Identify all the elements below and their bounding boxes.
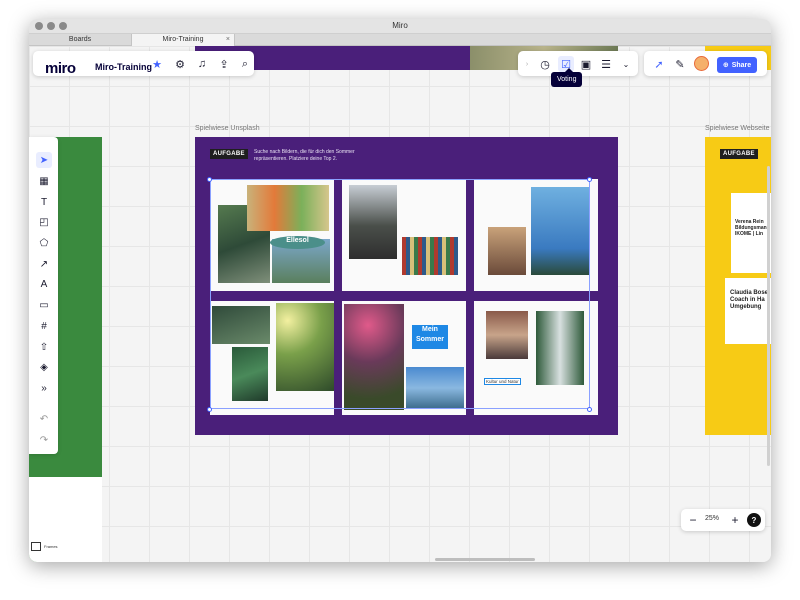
cursor-follow-icon[interactable]: ➚ [651,56,667,72]
browser-window: Miro Boards Miro-Training × Spielwiese Un… [29,19,771,562]
upload-icon[interactable]: ⇧ [36,339,52,355]
close-tab-icon[interactable]: × [226,34,230,46]
yellow-task-tag: AUFGABE [720,149,758,159]
pen-icon[interactable]: A [36,276,52,292]
selection-handle[interactable] [207,407,212,412]
help-button[interactable]: ? [747,513,761,527]
search-icon[interactable]: ⌕ [237,56,253,72]
more-chevron-icon[interactable]: ⌄ [618,56,634,72]
creation-toolbar: ➤ ▦ T ◰ ⬠ ↗ A ▭ # ⇧ ◈ » ↶ ↷ [29,137,58,454]
horizontal-scrollbar[interactable] [435,558,535,561]
tab-miro-training[interactable]: Miro-Training × [132,34,235,46]
title-bar: Miro [29,19,771,34]
tab-bar: Boards Miro-Training × [29,34,771,46]
collapse-chevron-icon[interactable]: › [523,56,531,72]
web-card-1[interactable]: Verena Rein Bildungsman IKOME | Lin [731,193,771,273]
zoom-controls: − 25% + ? [681,509,765,531]
selection-handle[interactable] [587,177,592,182]
comment-icon[interactable]: ▭ [36,297,52,313]
share-panel: ➚ ✎ ⊕ Share [644,51,767,76]
notes-icon[interactable]: ☰ [598,56,614,72]
frames-label: Frames [44,543,58,549]
task-tag: AUFGABE [210,149,248,159]
frame-label-webseite[interactable]: Spielwiese Webseite [705,125,769,132]
frames-icon [31,541,41,551]
miro-logo[interactable]: miro [45,60,76,77]
board-canvas[interactable]: Spielwiese Unsplash Spielwiese Webseite … [29,46,771,562]
web-card-2-title: Claudia Bose Coach in Ha Umgebung [730,290,769,310]
window-title: Miro [392,21,408,30]
voting-tooltip: Voting [551,68,583,87]
web-card-1-title: Verena Rein Bildungsman IKOME | Lin [735,219,767,237]
webseite-frame[interactable]: AUFGABE Verena Rein Bildungsman IKOME | … [705,137,771,435]
zoom-level[interactable]: 25% [705,515,719,522]
unsplash-frame[interactable]: AUFGABE Suche nach Bildern, die für dich… [195,137,618,435]
share-label: Share [731,61,752,69]
timer-icon[interactable]: ◷ [537,56,553,72]
tab-label: Boards [68,36,92,43]
vertical-scrollbar[interactable] [767,166,770,466]
cursor-icon[interactable]: ➤ [36,152,52,168]
zoom-out-button[interactable]: − [685,512,701,528]
user-avatar[interactable] [694,56,709,71]
presentation-icon[interactable]: ▣ [578,56,594,72]
web-card-2[interactable]: Claudia Bose Coach in Ha Umgebung [725,278,771,344]
tab-boards[interactable]: Boards [29,34,132,46]
export-icon[interactable]: ⇪ [216,56,232,72]
star-icon[interactable]: ★ [149,56,165,72]
reactions-icon[interactable]: ✎ [672,56,688,72]
apps-icon[interactable]: ◈ [36,359,52,375]
task-text: Suche nach Bildern, die für dich den Som… [254,149,355,162]
undo-icon[interactable]: ↶ [36,411,52,427]
text-icon[interactable]: T [36,194,52,210]
template-icon[interactable]: ▦ [36,173,52,189]
selection-handle[interactable] [207,177,212,182]
frame-icon[interactable]: # [36,318,52,334]
tab-label: Miro-Training [162,36,204,43]
zoom-in-button[interactable]: + [727,512,743,528]
share-button[interactable]: ⊕ Share [717,57,757,73]
sticky-note-icon[interactable]: ◰ [36,214,52,230]
bell-icon[interactable]: ♫ [194,56,210,72]
frame-label-unsplash[interactable]: Spielwiese Unsplash [195,125,260,132]
globe-icon: ⊕ [722,62,729,69]
selection-box [210,179,590,409]
more-tools-icon[interactable]: » [36,380,52,396]
shapes-icon[interactable]: ⬠ [36,235,52,251]
board-header: miro Miro-Training ★ ⚙ ♫ ⇪ ⌕ [33,51,254,77]
redo-icon[interactable]: ↷ [36,432,52,448]
settings-icon[interactable]: ⚙ [172,56,188,72]
frames-toggle[interactable]: Frames [31,539,75,553]
selection-handle[interactable] [587,407,592,412]
board-name[interactable]: Miro-Training [95,62,152,72]
arrow-icon[interactable]: ↗ [36,256,52,272]
